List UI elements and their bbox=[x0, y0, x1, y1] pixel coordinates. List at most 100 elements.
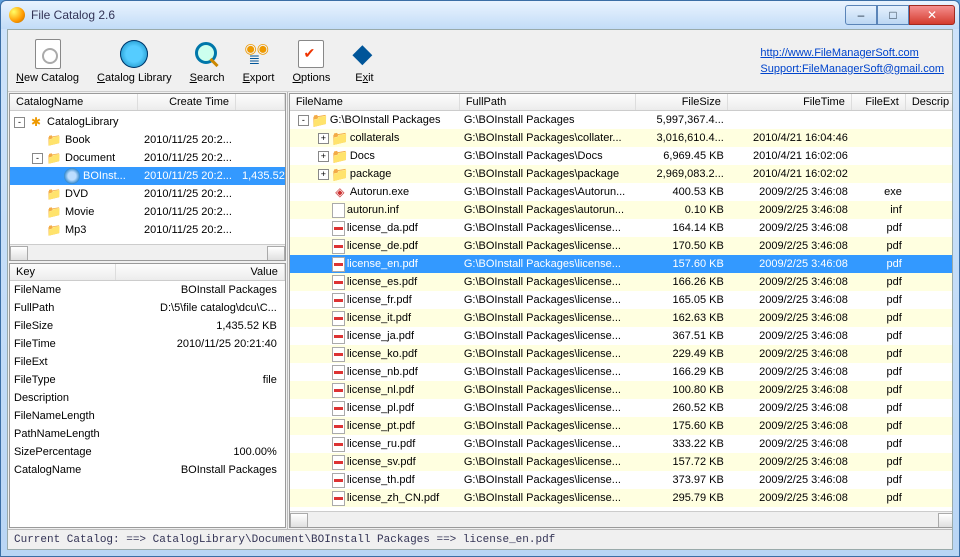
expander-icon[interactable]: + bbox=[318, 151, 329, 162]
fh-fullpath[interactable]: FullPath bbox=[460, 94, 636, 110]
tree-row[interactable]: -✱CatalogLibrary bbox=[10, 113, 285, 131]
file-row[interactable]: +📁packageG:\BOInstall Packages\package2,… bbox=[290, 165, 952, 183]
tree-row[interactable]: -📁Document2010/11/25 20:2... bbox=[10, 149, 285, 167]
file-list-header: FileName FullPath FileSize FileTime File… bbox=[290, 94, 952, 111]
property-key: CatalogName bbox=[10, 464, 116, 476]
folder-icon: 📁 bbox=[46, 132, 62, 148]
property-row[interactable]: FileNameLength bbox=[10, 407, 285, 425]
tree-header-name[interactable]: CatalogName bbox=[10, 94, 138, 110]
file-row[interactable]: license_nl.pdfG:\BOInstall Packages\lice… bbox=[290, 381, 952, 399]
close-button[interactable]: ✕ bbox=[909, 5, 955, 25]
homepage-link[interactable]: http://www.FileManagerSoft.com bbox=[760, 47, 944, 59]
prop-header-value[interactable]: Value bbox=[116, 264, 285, 280]
tree-header-size[interactable] bbox=[236, 94, 285, 110]
property-key: PathNameLength bbox=[10, 428, 116, 440]
fh-fileext[interactable]: FileExt bbox=[852, 94, 906, 110]
property-key: SizePercentage bbox=[10, 446, 116, 458]
export-icon bbox=[244, 40, 272, 68]
file-name: license_es.pdf bbox=[347, 276, 417, 288]
tree-row[interactable]: 📁DVD2010/11/25 20:2... bbox=[10, 185, 285, 203]
tree-row[interactable]: 📁Book2010/11/25 20:2... bbox=[10, 131, 285, 149]
file-row[interactable]: license_sv.pdfG:\BOInstall Packages\lice… bbox=[290, 453, 952, 471]
file-row[interactable]: license_pt.pdfG:\BOInstall Packages\lice… bbox=[290, 417, 952, 435]
tree-hscrollbar[interactable] bbox=[10, 244, 285, 260]
file-row[interactable]: license_zh_CN.pdfG:\BOInstall Packages\l… bbox=[290, 489, 952, 507]
file-row[interactable]: license_ko.pdfG:\BOInstall Packages\lice… bbox=[290, 345, 952, 363]
expander-icon[interactable]: + bbox=[318, 133, 329, 144]
file-row[interactable]: license_ja.pdfG:\BOInstall Packages\lice… bbox=[290, 327, 952, 345]
file-row[interactable]: autorun.infG:\BOInstall Packages\autorun… bbox=[290, 201, 952, 219]
file-list-hscrollbar[interactable] bbox=[290, 511, 952, 527]
file-row[interactable]: +📁DocsG:\BOInstall Packages\Docs6,969.45… bbox=[290, 147, 952, 165]
pdf-icon bbox=[332, 239, 345, 254]
status-text: Current Catalog: ==> CatalogLibrary\Docu… bbox=[14, 534, 555, 546]
tree-row[interactable]: 📁Movie2010/11/25 20:2... bbox=[10, 203, 285, 221]
file-name: autorun.inf bbox=[347, 204, 399, 216]
fh-filetime[interactable]: FileTime bbox=[728, 94, 852, 110]
expander-icon[interactable]: - bbox=[14, 117, 25, 128]
property-key: FileType bbox=[10, 374, 116, 386]
file-row[interactable]: license_es.pdfG:\BOInstall Packages\lice… bbox=[290, 273, 952, 291]
tree-row[interactable]: BOInst...2010/11/25 20:2...1,435.52 bbox=[10, 167, 285, 185]
property-row[interactable]: FileSize1,435.52 KB bbox=[10, 317, 285, 335]
expander-icon[interactable]: + bbox=[318, 169, 329, 180]
file-row[interactable]: ◈Autorun.exeG:\BOInstall Packages\Autoru… bbox=[290, 183, 952, 201]
minimize-button[interactable]: – bbox=[845, 5, 877, 25]
property-key: FullPath bbox=[10, 302, 116, 314]
property-row[interactable]: FileExt bbox=[10, 353, 285, 371]
file-row[interactable]: license_de.pdfG:\BOInstall Packages\lice… bbox=[290, 237, 952, 255]
file-row[interactable]: license_pl.pdfG:\BOInstall Packages\lice… bbox=[290, 399, 952, 417]
catalog-library-button[interactable]: Catalog Library bbox=[97, 38, 172, 84]
titlebar[interactable]: File Catalog 2.6 – □ ✕ bbox=[1, 1, 959, 29]
fh-filesize[interactable]: FileSize bbox=[636, 94, 728, 110]
inf-icon bbox=[332, 203, 345, 218]
file-name: collaterals bbox=[350, 132, 400, 144]
file-row[interactable]: license_it.pdfG:\BOInstall Packages\lice… bbox=[290, 309, 952, 327]
file-list[interactable]: -📁G:\BOInstall PackagesG:\BOInstall Pack… bbox=[290, 111, 952, 511]
pdf-icon bbox=[332, 473, 345, 488]
file-row[interactable]: license_en.pdfG:\BOInstall Packages\lice… bbox=[290, 255, 952, 273]
tree-item-label: Mp3 bbox=[65, 224, 86, 236]
pdf-icon bbox=[332, 401, 345, 416]
folder-icon: 📁 bbox=[46, 204, 62, 220]
new-catalog-button[interactable]: New Catalog bbox=[16, 38, 79, 84]
folder-icon: 📁 bbox=[332, 130, 348, 146]
catalog-tree[interactable]: -✱CatalogLibrary📁Book2010/11/25 20:2...-… bbox=[10, 111, 285, 244]
file-row[interactable]: license_nb.pdfG:\BOInstall Packages\lice… bbox=[290, 363, 952, 381]
property-key: FileSize bbox=[10, 320, 116, 332]
property-row[interactable]: Description bbox=[10, 389, 285, 407]
expander-icon[interactable]: - bbox=[32, 153, 43, 164]
expander-icon[interactable]: - bbox=[298, 115, 309, 126]
property-row[interactable]: FileTypefile bbox=[10, 371, 285, 389]
file-row[interactable]: license_th.pdfG:\BOInstall Packages\lice… bbox=[290, 471, 952, 489]
property-row[interactable]: PathNameLength bbox=[10, 425, 285, 443]
file-row[interactable]: license_ru.pdfG:\BOInstall Packages\lice… bbox=[290, 435, 952, 453]
property-row[interactable]: FileNameBOInstall Packages bbox=[10, 281, 285, 299]
export-button[interactable]: Export bbox=[242, 38, 274, 84]
property-row[interactable]: CatalogNameBOInstall Packages bbox=[10, 461, 285, 479]
search-button[interactable]: Search bbox=[190, 38, 225, 84]
property-row[interactable]: FileTime2010/11/25 20:21:40 bbox=[10, 335, 285, 353]
options-button[interactable]: Options bbox=[292, 38, 330, 84]
fh-filename[interactable]: FileName bbox=[290, 94, 460, 110]
tree-row[interactable]: 📁Mp32010/11/25 20:2... bbox=[10, 221, 285, 239]
exit-button[interactable]: Exit bbox=[348, 38, 380, 84]
property-row[interactable]: SizePercentage100.00% bbox=[10, 443, 285, 461]
file-row[interactable]: +📁collateralsG:\BOInstall Packages\colla… bbox=[290, 129, 952, 147]
links-area: http://www.FileManagerSoft.com Support:F… bbox=[760, 47, 944, 75]
tree-header-time[interactable]: Create Time bbox=[138, 94, 236, 110]
support-link[interactable]: Support:FileManagerSoft@gmail.com bbox=[760, 63, 944, 75]
fh-descrip[interactable]: Descrip bbox=[906, 94, 952, 110]
file-name: license_en.pdf bbox=[347, 258, 418, 270]
prop-header-key[interactable]: Key bbox=[10, 264, 116, 280]
maximize-button[interactable]: □ bbox=[877, 5, 909, 25]
file-row[interactable]: -📁G:\BOInstall PackagesG:\BOInstall Pack… bbox=[290, 111, 952, 129]
pdf-icon bbox=[332, 419, 345, 434]
tree-item-label: Movie bbox=[65, 206, 94, 218]
file-row[interactable]: license_da.pdfG:\BOInstall Packages\lice… bbox=[290, 219, 952, 237]
property-row[interactable]: FullPathD:\5\file catalog\dcu\C... bbox=[10, 299, 285, 317]
file-row[interactable]: license_fr.pdfG:\BOInstall Packages\lice… bbox=[290, 291, 952, 309]
properties-list[interactable]: FileNameBOInstall PackagesFullPathD:\5\f… bbox=[10, 281, 285, 527]
property-key: FileExt bbox=[10, 356, 116, 368]
pdf-icon bbox=[332, 311, 345, 326]
